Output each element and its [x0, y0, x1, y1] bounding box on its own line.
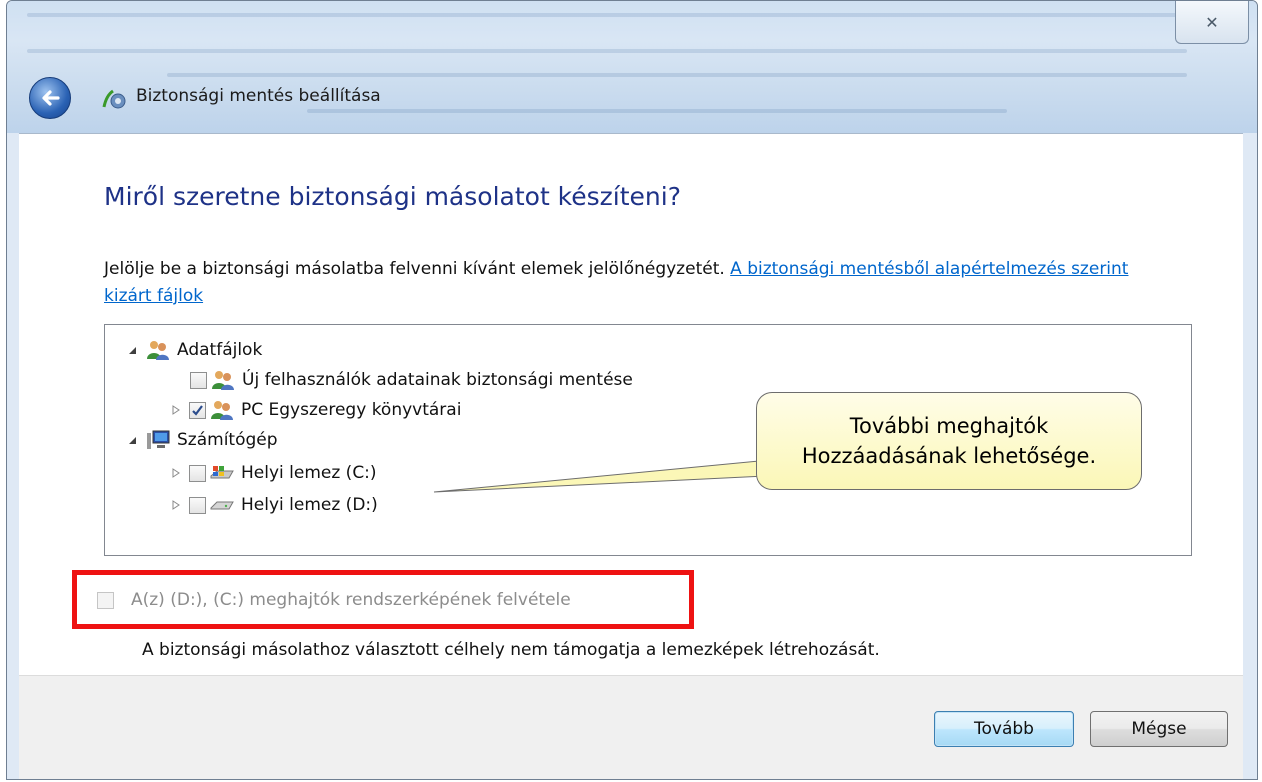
back-arrow-icon	[42, 90, 60, 106]
tree-node-user-libraries[interactable]: PC Egyszeregy könyvtárai	[169, 395, 461, 425]
tree-node-label: Helyi lemez (C:)	[241, 463, 377, 483]
glass-decoration	[167, 73, 1187, 77]
user-libraries-checkbox[interactable]	[189, 401, 206, 419]
instruction-label: Jelölje be a biztonsági másolatba felven…	[104, 259, 725, 279]
expand-arrow-icon[interactable]	[169, 498, 183, 512]
users-icon	[211, 401, 233, 420]
next-button[interactable]: Tovább	[934, 711, 1074, 747]
collapse-arrow-icon[interactable]	[125, 433, 139, 447]
tree-node-new-users[interactable]: Új felhasználók adatainak biztonsági men…	[190, 365, 633, 395]
system-image-checkbox	[97, 591, 114, 609]
tree-node-drive-d[interactable]: Helyi lemez (D:)	[169, 490, 378, 520]
tree-node-label: Helyi lemez (D:)	[241, 495, 378, 515]
tree-node-drive-c[interactable]: Helyi lemez (C:)	[169, 458, 377, 488]
system-image-label: A(z) (D:), (C:) meghajtók rendszerképéne…	[131, 590, 571, 610]
tree-node-data-files[interactable]: Adatfájlok	[125, 335, 262, 365]
drive-d-checkbox[interactable]	[189, 496, 206, 514]
tree-node-label: Adatfájlok	[177, 340, 263, 360]
page-heading: Miről szeretne biztonsági másolatot kész…	[104, 182, 681, 211]
close-icon: ✕	[1205, 12, 1219, 32]
system-image-option: A(z) (D:), (C:) meghajtók rendszerképéne…	[97, 590, 571, 610]
collapse-arrow-icon[interactable]	[125, 343, 139, 357]
expand-arrow-icon[interactable]	[169, 466, 183, 480]
window-title: Biztonsági mentés beállítása	[136, 86, 381, 106]
backup-setup-window: ✕ Biztonsági mentés beállítása Miről sze…	[6, 0, 1258, 780]
tree-node-label: Számítógép	[177, 430, 278, 450]
glass-decoration	[27, 13, 1187, 17]
annotation-callout: További meghajtók Hozzáadásának lehetősé…	[756, 392, 1142, 490]
users-icon	[212, 371, 234, 390]
expand-arrow-icon[interactable]	[169, 403, 183, 417]
tree-node-computer[interactable]: Számítógép	[125, 425, 278, 455]
back-button[interactable]	[29, 77, 71, 119]
callout-line-2: Hozzáadásának lehetősége.	[801, 444, 1097, 468]
tree-node-label: PC Egyszeregy könyvtárai	[241, 400, 462, 420]
callout-line-1: További meghajtók	[849, 414, 1049, 438]
glass-decoration	[307, 109, 1007, 113]
system-drive-icon	[210, 466, 234, 479]
instruction-text: Jelölje be a biztonsági másolatba felven…	[104, 256, 1144, 310]
close-button[interactable]: ✕	[1175, 1, 1249, 44]
tree-node-label: Új felhasználók adatainak biztonsági men…	[242, 370, 633, 390]
users-icon	[147, 341, 169, 360]
glass-decoration	[27, 49, 1187, 53]
checkmark-icon	[192, 404, 203, 416]
system-image-note: A biztonsági másolathoz választott célhe…	[142, 640, 880, 660]
new-users-checkbox[interactable]	[190, 371, 207, 389]
drive-c-checkbox[interactable]	[189, 464, 206, 482]
title-bar: ✕ Biztonsági mentés beállítása	[7, 1, 1257, 133]
drive-icon	[210, 501, 234, 510]
backup-app-icon	[102, 89, 126, 109]
computer-icon	[147, 430, 170, 449]
cancel-button[interactable]: Mégse	[1090, 711, 1228, 747]
